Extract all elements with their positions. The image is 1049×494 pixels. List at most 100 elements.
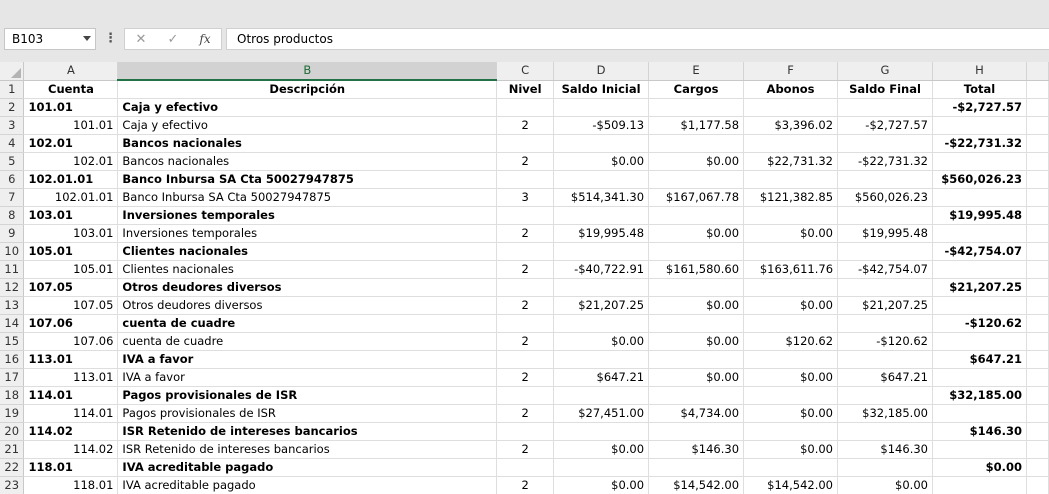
column-header-next[interactable] [1026,62,1049,81]
cell-e[interactable] [648,98,745,117]
cell-h[interactable] [932,404,1027,423]
column-header-b[interactable]: B [117,62,498,81]
cell-e[interactable] [648,458,745,477]
cell-h[interactable] [932,476,1027,494]
cell-d[interactable]: $647.21 [553,368,650,387]
cell[interactable] [1026,386,1049,405]
row-header[interactable]: 23 [0,476,25,494]
cell-f[interactable] [743,350,839,369]
chevron-down-icon[interactable] [83,36,91,41]
cell-b[interactable]: cuenta de cuadre [117,314,498,333]
cell-c[interactable] [496,458,555,477]
cell-f[interactable]: $3,396.02 [743,116,839,135]
cell-h[interactable]: -$22,731.32 [932,134,1027,153]
cell-f[interactable] [743,278,839,297]
cell-g[interactable] [837,458,933,477]
header-cell[interactable]: Total [932,80,1027,99]
column-header-d[interactable]: D [553,62,650,81]
cell-d[interactable]: $27,451.00 [553,404,650,423]
cell-c[interactable] [496,422,555,441]
row-header[interactable]: 11 [0,260,25,279]
cell-g[interactable] [837,134,933,153]
cell-b[interactable]: IVA a favor [117,368,498,387]
cell-h[interactable]: $146.30 [932,422,1027,441]
cell[interactable] [1026,332,1049,351]
header-cell[interactable]: Cuenta [23,80,119,99]
cell[interactable] [1026,314,1049,333]
cell-d[interactable]: $0.00 [553,440,650,459]
formula-input[interactable]: Otros productos [226,28,1049,50]
cell-h[interactable] [932,368,1027,387]
cell-g[interactable]: $21,207.25 [837,296,933,315]
cell-e[interactable]: $146.30 [648,440,745,459]
cell-d[interactable] [553,386,650,405]
cell-g[interactable] [837,350,933,369]
cell-h[interactable]: $647.21 [932,350,1027,369]
cell-g[interactable]: $560,026.23 [837,188,933,207]
header-cell[interactable]: Abonos [743,80,839,99]
cell-h[interactable] [932,296,1027,315]
enter-icon[interactable]: ✓ [163,32,183,47]
cell-e[interactable] [648,134,745,153]
row-header[interactable]: 12 [0,278,25,297]
cell-c[interactable]: 2 [496,224,555,243]
cell-h[interactable]: $0.00 [932,458,1027,477]
cell-c[interactable]: 3 [496,188,555,207]
cell-h[interactable]: $19,995.48 [932,206,1027,225]
row-header[interactable]: 20 [0,422,25,441]
cell-g[interactable] [837,314,933,333]
cell-a[interactable]: 114.01 [23,386,119,405]
cell[interactable] [1026,80,1049,99]
cell-a[interactable]: 118.01 [23,458,119,477]
cell-e[interactable] [648,386,745,405]
cell-e[interactable]: $0.00 [648,332,745,351]
row-header[interactable]: 7 [0,188,25,207]
cell[interactable] [1026,224,1049,243]
cell-d[interactable] [553,350,650,369]
cell-c[interactable]: 2 [496,368,555,387]
column-header-c[interactable]: C [496,62,555,81]
cell-a[interactable]: 105.01 [23,242,119,261]
cell-h[interactable] [932,332,1027,351]
cell-d[interactable] [553,242,650,261]
cell-h[interactable]: $32,185.00 [932,386,1027,405]
cell-a[interactable]: 114.02 [23,440,119,459]
column-header-h[interactable]: H [932,62,1027,81]
row-header[interactable]: 15 [0,332,25,351]
cell-a[interactable]: 101.01 [23,116,119,135]
cell-c[interactable] [496,134,555,153]
cell-h[interactable]: -$42,754.07 [932,242,1027,261]
cell-d[interactable] [553,422,650,441]
cell-d[interactable]: -$509.13 [553,116,650,135]
cell-f[interactable] [743,386,839,405]
cell-d[interactable] [553,206,650,225]
cell-f[interactable]: $121,382.85 [743,188,839,207]
cell-g[interactable]: -$120.62 [837,332,933,351]
cell-g[interactable] [837,170,933,189]
cell-a[interactable]: 114.02 [23,422,119,441]
cell-e[interactable]: $161,580.60 [648,260,745,279]
cell-h[interactable]: -$120.62 [932,314,1027,333]
cell-d[interactable]: $19,995.48 [553,224,650,243]
insert-function-icon[interactable]: fx [195,32,215,46]
cell-c[interactable]: 2 [496,404,555,423]
cell-a[interactable]: 102.01 [23,152,119,171]
cell-c[interactable]: 2 [496,152,555,171]
cell-f[interactable]: $0.00 [743,440,839,459]
more-options-icon[interactable]: ⋮ [104,30,117,48]
column-header-a[interactable]: A [23,62,119,81]
cell-b[interactable]: ISR Retenido de intereses bancarios [117,422,498,441]
cell-d[interactable] [553,170,650,189]
cell-f[interactable] [743,458,839,477]
cell-c[interactable] [496,386,555,405]
cancel-icon[interactable]: ✕ [131,32,151,47]
cell-e[interactable] [648,278,745,297]
row-header[interactable]: 22 [0,458,25,477]
cell-e[interactable]: $1,177.58 [648,116,745,135]
cell-e[interactable] [648,170,745,189]
cell-e[interactable] [648,242,745,261]
cell-g[interactable]: -$42,754.07 [837,260,933,279]
cell-b[interactable]: Inversiones temporales [117,224,498,243]
cell-e[interactable] [648,206,745,225]
cell[interactable] [1026,170,1049,189]
